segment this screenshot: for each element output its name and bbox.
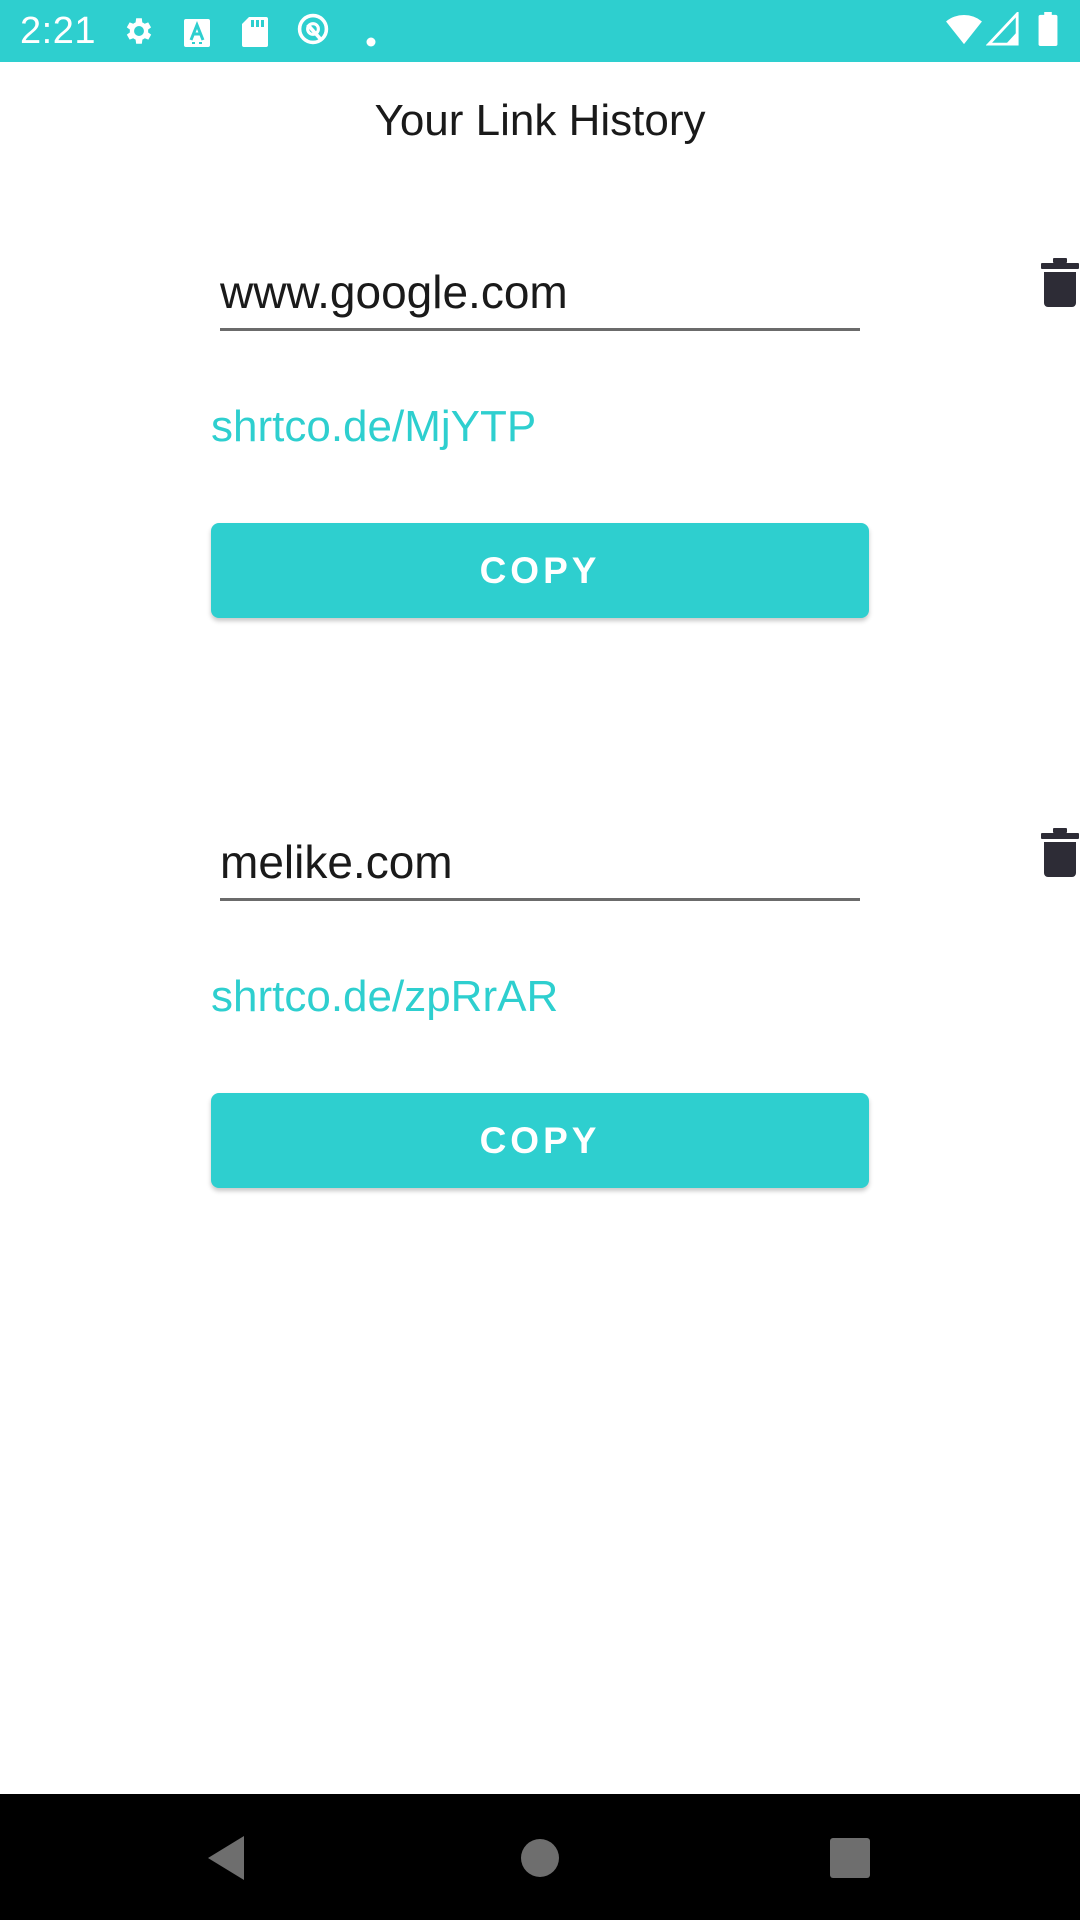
trash-icon[interactable] [1040,258,1080,308]
copy-button[interactable]: COPY [211,523,869,618]
trash-icon[interactable] [1040,828,1080,878]
battery-icon [1038,12,1058,46]
short-link: shrtco.de/MjYTP [211,402,537,451]
status-bar: 2:21 [0,0,1080,62]
recents-square-icon[interactable] [818,1826,882,1890]
font-a-icon [184,19,210,47]
original-url-text: www.google.com [220,266,568,318]
cell-signal-icon [986,12,1019,46]
navigation-bar [0,1794,1080,1920]
history-item: www.google.com shrtco.de/MjYTP COPY [0,258,1080,678]
back-triangle-icon[interactable] [196,1826,260,1890]
original-url-text: melike.com [220,836,453,888]
settings-icon [126,18,152,44]
copy-button[interactable]: COPY [211,1093,869,1188]
app-screen: 2:21 Your Link History www.google.com sh… [0,0,1080,1920]
wifi-icon [946,15,982,45]
status-time: 2:21 [20,10,96,52]
original-url-field: melike.com [220,828,1079,901]
sd-card-icon [242,17,268,47]
history-item: melike.com shrtco.de/zpRrAR COPY [0,828,1080,1248]
dot-icon [366,37,376,47]
home-circle-icon[interactable] [508,1826,572,1890]
vpn-q-icon [297,13,329,45]
short-link: shrtco.de/zpRrAR [211,972,559,1021]
original-url-field: www.google.com [220,258,1079,331]
page-title: Your Link History [374,96,706,145]
